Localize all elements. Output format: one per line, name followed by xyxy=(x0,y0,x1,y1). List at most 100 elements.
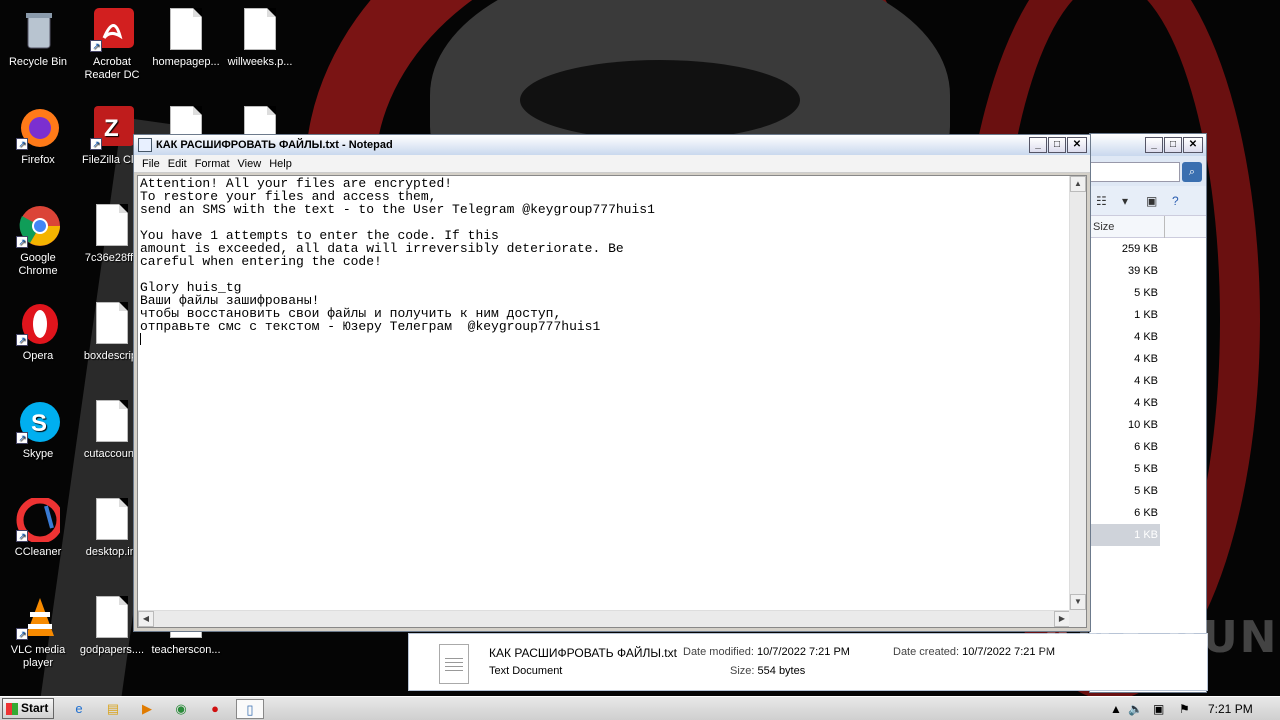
menu-file[interactable]: File xyxy=(138,158,164,170)
details-modified: Date modified: 10/7/2022 7:21 PM xyxy=(683,646,850,658)
windows-logo-icon xyxy=(6,703,18,715)
file-explorer-icon[interactable]: ▤ xyxy=(102,699,124,719)
list-item[interactable]: 4 KB xyxy=(1090,326,1160,348)
menu-help[interactable]: Help xyxy=(265,158,296,170)
list-item[interactable]: 5 KB xyxy=(1090,282,1160,304)
clock[interactable]: 7:21 PM xyxy=(1208,699,1253,719)
scroll-right-button[interactable]: ▶ xyxy=(1054,611,1070,627)
minimize-button[interactable]: _ xyxy=(1029,137,1047,153)
preview-pane-icon[interactable]: ▣ xyxy=(1146,194,1157,208)
desktop-icon-label: teacherscon... xyxy=(151,644,221,656)
view-options-icon[interactable]: ☷ xyxy=(1096,194,1107,208)
svg-text:Z: Z xyxy=(104,115,119,142)
list-item[interactable]: 4 KB xyxy=(1090,370,1160,392)
acrobat-icon: ↗ xyxy=(90,8,134,52)
desktop-icon-label: Recycle Bin xyxy=(8,56,68,68)
desktop-icon-label: VLC media player xyxy=(10,644,66,669)
skype-icon: S ↗ xyxy=(16,400,60,444)
scroll-left-button[interactable]: ◀ xyxy=(138,611,154,627)
list-item[interactable]: 6 KB xyxy=(1090,502,1160,524)
action-center-flag-icon[interactable]: ⚑ xyxy=(1179,699,1190,719)
notepad-taskbar-icon[interactable]: ▯ xyxy=(236,699,264,719)
text-editor[interactable]: Attention! All your files are encrypted!… xyxy=(137,175,1087,628)
shortcut-arrow-icon: ↗ xyxy=(16,334,28,346)
size-value: 554 bytes xyxy=(757,665,806,677)
file-icon xyxy=(90,596,134,640)
chrome-taskbar-icon[interactable]: ◉ xyxy=(170,699,192,719)
desktop-icon-label: homepagep... xyxy=(152,56,220,68)
list-item[interactable]: 5 KB xyxy=(1090,480,1160,502)
network-icon[interactable]: ▣ xyxy=(1153,699,1164,719)
text-line: careful when entering the code! xyxy=(140,254,382,269)
desktop-icon-label: Acrobat Reader DC xyxy=(84,56,140,81)
notepad-titlebar[interactable]: КАК РАСШИФРОВАТЬ ФАЙЛЫ.txt - Notepad _ □… xyxy=(134,135,1090,155)
start-button[interactable]: Start xyxy=(2,698,54,719)
details-created: Date created: 10/7/2022 7:21 PM xyxy=(893,646,1055,658)
opera-taskbar-icon[interactable]: ● xyxy=(204,699,226,719)
menu-view[interactable]: View xyxy=(234,158,266,170)
explorer-window[interactable]: _ □ ✕ ⌕ ☷ ▾ ▣ ? Size 259 KB 39 KB 5 KB 1… xyxy=(1089,133,1207,693)
desktop-icon-willweeks[interactable]: willweeks.p... xyxy=(222,8,298,69)
desktop-icon-chrome[interactable]: ↗ Google Chrome xyxy=(0,204,76,278)
search-input[interactable] xyxy=(1090,162,1180,182)
close-button[interactable]: ✕ xyxy=(1067,137,1087,153)
chevron-down-icon[interactable]: ▾ xyxy=(1122,194,1128,208)
list-item[interactable]: 5 KB xyxy=(1090,458,1160,480)
explorer-titlebar: _ □ ✕ xyxy=(1090,134,1206,156)
list-item[interactable]: 6 KB xyxy=(1090,436,1160,458)
text-line: отправьте смс с текстом - Юзеру Телеграм… xyxy=(140,319,601,334)
size-grip[interactable] xyxy=(1069,610,1086,627)
desktop-icon-ccleaner[interactable]: ↗ CCleaner xyxy=(0,496,76,559)
media-player-icon[interactable]: ▶ xyxy=(136,699,158,719)
minimize-button[interactable]: _ xyxy=(1145,137,1163,153)
list-item[interactable]: 4 KB xyxy=(1090,348,1160,370)
scroll-up-button[interactable]: ▲ xyxy=(1070,176,1086,192)
start-label: Start xyxy=(21,701,49,715)
filezilla-icon: Z ↗ xyxy=(90,106,134,150)
firefox-icon: ↗ xyxy=(16,106,60,150)
desktop-icon-skype[interactable]: S ↗ Skype xyxy=(0,400,76,461)
shortcut-arrow-icon: ↗ xyxy=(90,138,102,150)
scroll-down-button[interactable]: ▼ xyxy=(1070,594,1086,610)
search-icon[interactable]: ⌕ xyxy=(1182,162,1202,182)
menu-edit[interactable]: Edit xyxy=(164,158,191,170)
shortcut-arrow-icon: ↗ xyxy=(16,138,28,150)
column-header-size[interactable]: Size xyxy=(1090,216,1206,238)
desktop-icon-acrobat[interactable]: ↗ Acrobat Reader DC xyxy=(74,8,150,82)
modified-value: 10/7/2022 7:21 PM xyxy=(757,646,850,658)
volume-icon[interactable]: 🔈 xyxy=(1128,699,1143,719)
list-item[interactable]: 1 KB xyxy=(1090,304,1160,326)
list-item[interactable]: 259 KB xyxy=(1090,238,1160,260)
menu-format[interactable]: Format xyxy=(191,158,234,170)
list-item[interactable]: 4 KB xyxy=(1090,392,1160,414)
internet-explorer-icon[interactable]: e xyxy=(68,699,90,719)
desktop-icon-firefox[interactable]: ↗ Firefox xyxy=(0,106,76,167)
horizontal-scrollbar[interactable]: ◀ ▶ xyxy=(138,610,1070,627)
details-size: Size: 554 bytes xyxy=(730,665,805,677)
file-icon xyxy=(90,400,134,444)
svg-text:S: S xyxy=(31,410,47,437)
file-icon xyxy=(238,8,282,52)
text-line: send an SMS with the text - to the User … xyxy=(140,202,655,217)
desktop-icon-vlc[interactable]: ↗ VLC media player xyxy=(0,596,76,670)
list-item-selected[interactable]: 1 KB xyxy=(1090,524,1160,546)
desktop-icon-recycle-bin[interactable]: Recycle Bin xyxy=(0,8,76,69)
text-file-icon xyxy=(439,644,469,684)
editor-content[interactable]: Attention! All your files are encrypted!… xyxy=(140,177,1068,611)
vertical-scrollbar[interactable]: ▲ ▼ xyxy=(1069,176,1086,610)
show-hidden-icons[interactable]: ▲ xyxy=(1110,699,1122,719)
maximize-button[interactable]: □ xyxy=(1164,137,1182,153)
list-item[interactable]: 39 KB xyxy=(1090,260,1160,282)
maximize-button[interactable]: □ xyxy=(1048,137,1066,153)
close-button[interactable]: ✕ xyxy=(1183,137,1203,153)
desktop-icon-label: Skype xyxy=(22,448,54,460)
opera-icon: ↗ xyxy=(16,302,60,346)
wallpaper-shape xyxy=(520,60,800,140)
desktop-icon-opera[interactable]: ↗ Opera xyxy=(0,302,76,363)
details-filename: КАК РАСШИФРОВАТЬ ФАЙЛЫ.txt xyxy=(489,646,677,660)
desktop-icon-homepagep[interactable]: homepagep... xyxy=(148,8,224,69)
notepad-window[interactable]: КАК РАСШИФРОВАТЬ ФАЙЛЫ.txt - Notepad _ □… xyxy=(133,134,1091,632)
help-icon[interactable]: ? xyxy=(1172,194,1179,208)
ccleaner-icon: ↗ xyxy=(16,496,64,544)
list-item[interactable]: 10 KB xyxy=(1090,414,1160,436)
